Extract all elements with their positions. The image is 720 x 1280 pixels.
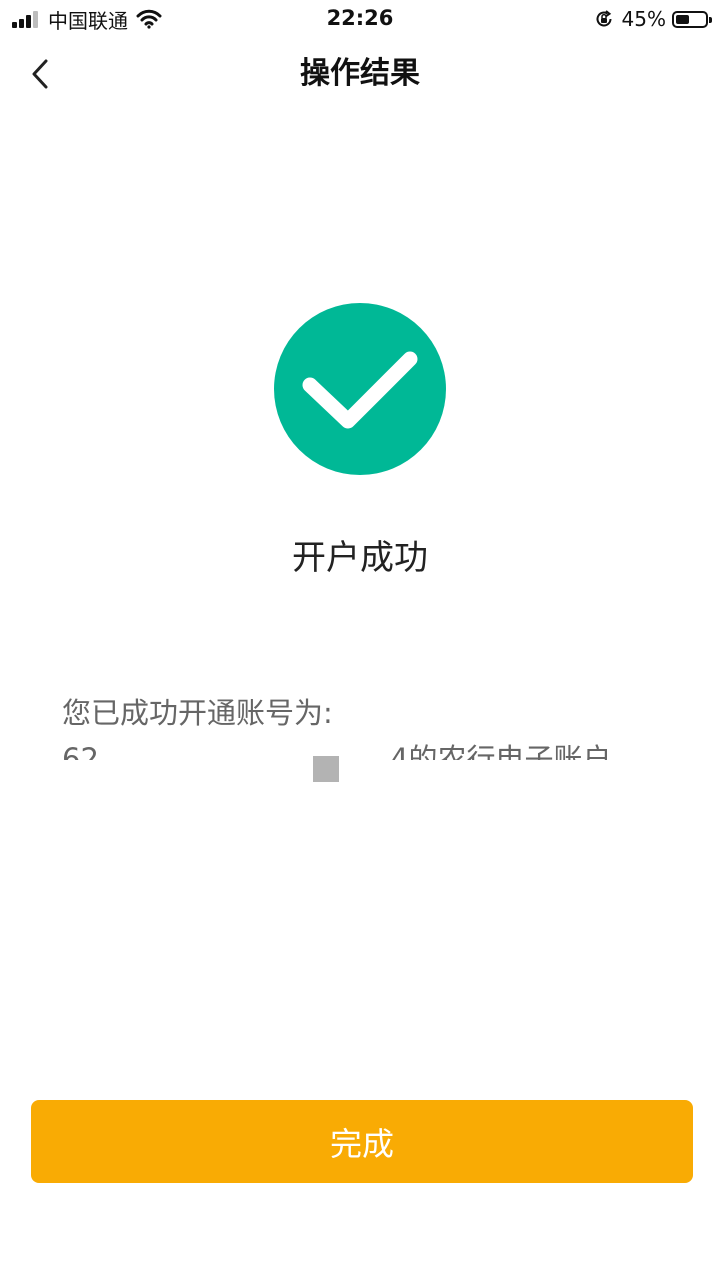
battery-fill (676, 14, 689, 24)
screen: 中国联通 22:26 45% 操作结果 开户成功 您已成功开通账号为: 62 4… (0, 0, 720, 1280)
check-circle-icon (274, 303, 446, 475)
result-message: 您已成功开通账号为: 62 4的农行电子账户 (62, 690, 662, 782)
status-right: 45% (594, 6, 712, 32)
battery-icon (672, 10, 712, 28)
battery-percent: 45% (621, 7, 666, 31)
back-button[interactable] (28, 52, 68, 96)
check-mark-icon (302, 351, 418, 429)
done-button[interactable]: 完成 (31, 1100, 693, 1183)
status-bar: 中国联通 22:26 45% (0, 0, 720, 38)
result-title: 开户成功 (292, 538, 428, 578)
chevron-left-icon (32, 59, 48, 89)
nav-bar: 操作结果 (0, 38, 720, 110)
redaction-block (313, 756, 339, 782)
message-line-1: 您已成功开通账号为: (62, 696, 333, 730)
account-line: 62 4的农行电子账户 (62, 736, 662, 782)
text-crop-mask (62, 760, 662, 782)
redaction-mask (124, 736, 390, 760)
orientation-lock-icon (596, 10, 612, 27)
page-title: 操作结果 (300, 56, 420, 91)
